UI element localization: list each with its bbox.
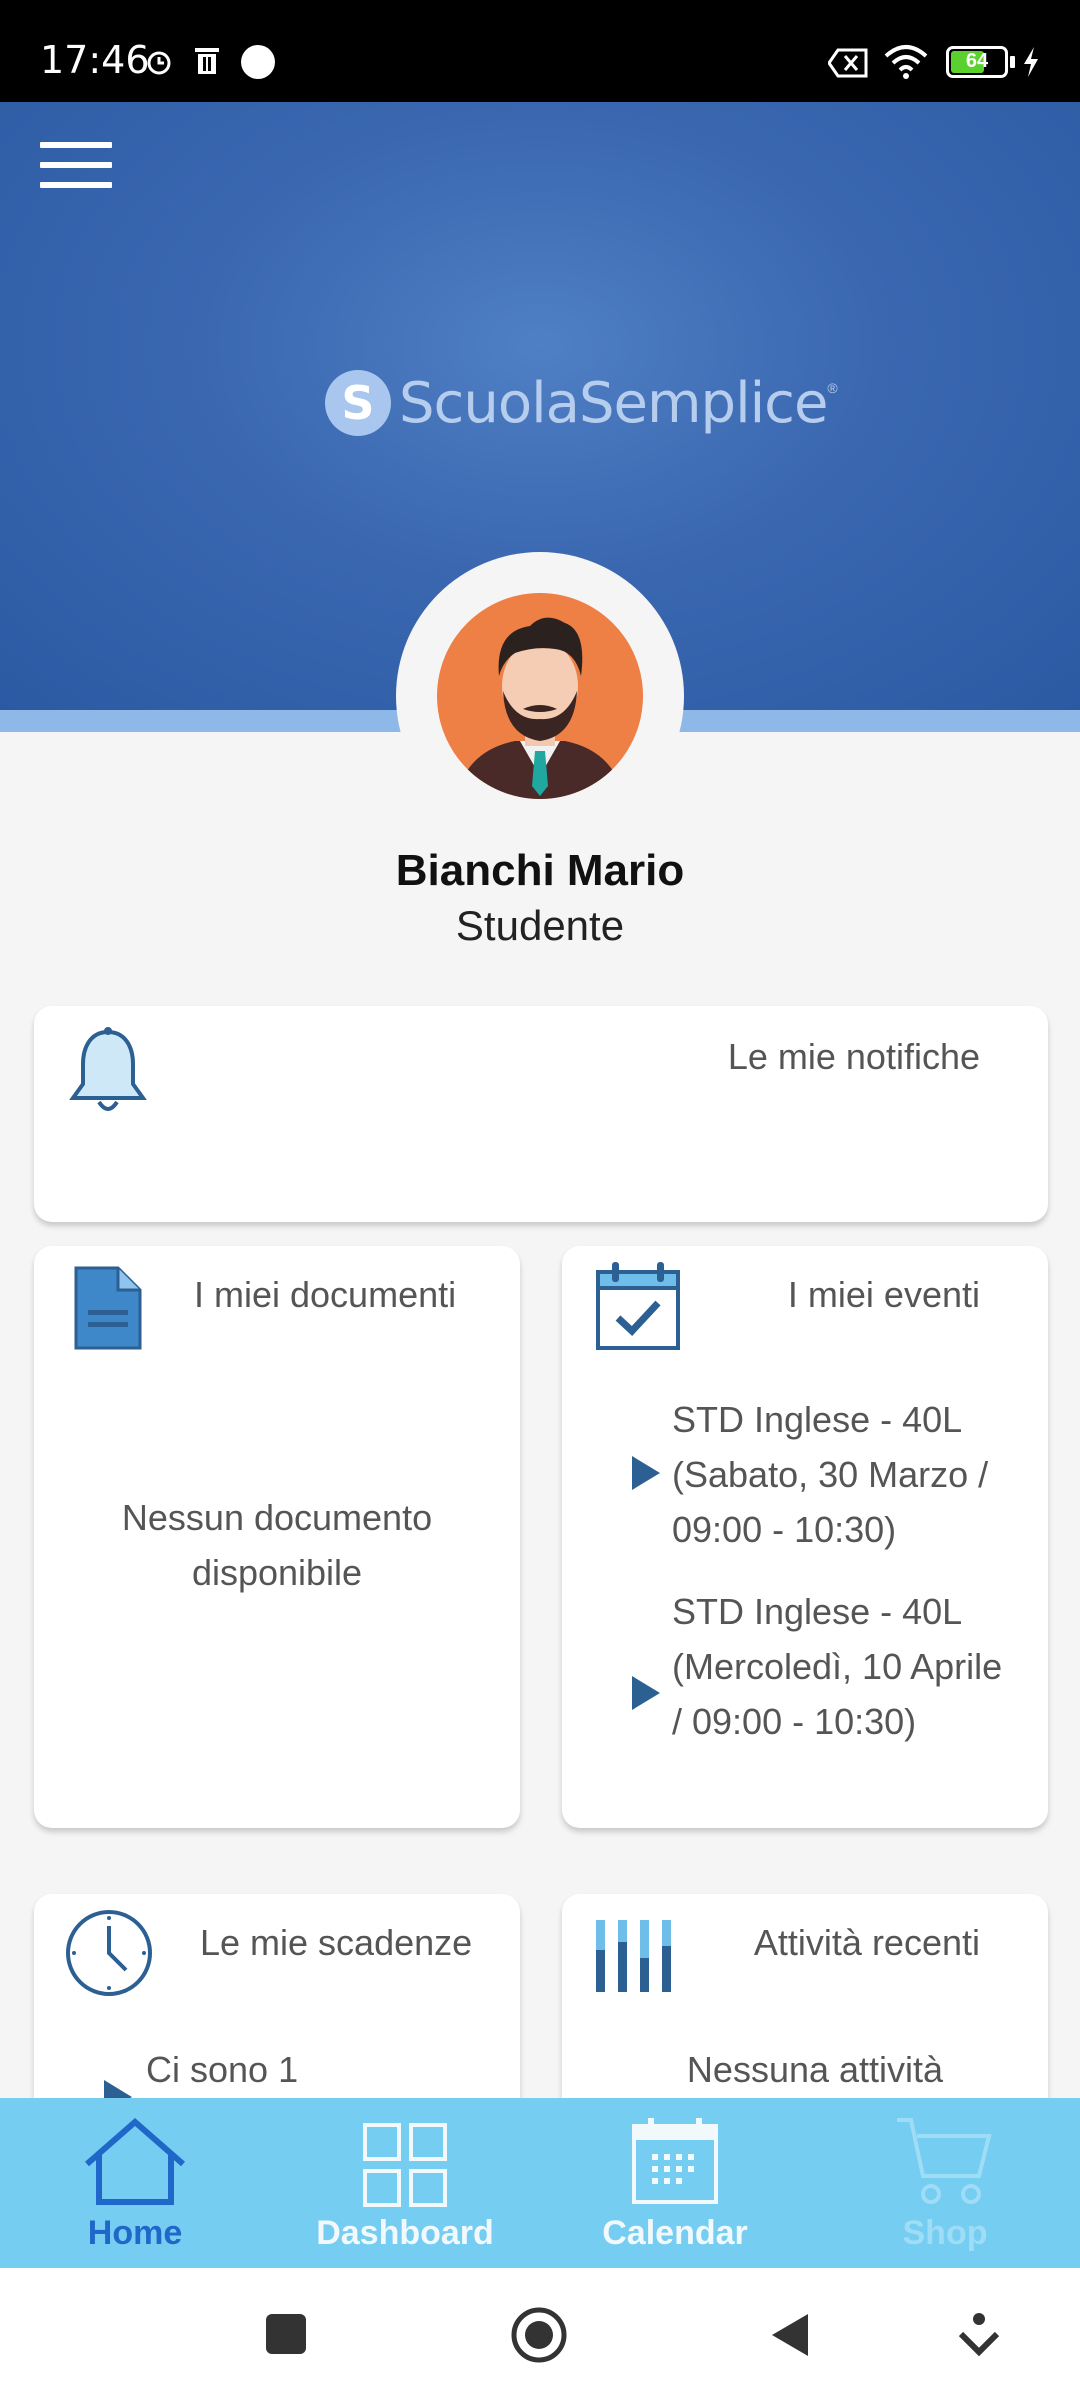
nav-label: Calendar [602,2214,748,2252]
system-navigation-bar [0,2268,1080,2400]
nav-label: Dashboard [316,2214,494,2252]
home-icon [85,2118,185,2205]
deadlines-summary[interactable]: Ci sono 1 [146,2042,520,2097]
user-avatar-icon [437,593,643,799]
documents-card[interactable]: I miei documenti Nessun documento dispon… [34,1246,520,1828]
data-off-icon [828,48,868,78]
charging-icon [1024,47,1038,77]
user-name: Bianchi Mario [395,846,685,895]
home-button-icon[interactable] [510,2306,568,2364]
nav-calendar[interactable]: Calendar [540,2098,810,2268]
card-title: Le mie scadenze [200,1922,473,1963]
logo-registered-mark: ® [827,380,838,396]
battery-level: 64 [965,50,989,72]
events-card[interactable]: I miei eventi STD Inglese - 40L (Sabato,… [562,1246,1048,1828]
scuolasemplice-logo: S ScuolaSemplice ® [325,366,838,440]
event-item[interactable]: STD Inglese - 40L (Mercoledì, 10 Aprile … [672,1584,1012,1749]
calendar-check-icon [596,1262,680,1350]
hamburger-menu-icon[interactable] [40,142,112,192]
bell-icon [69,1027,147,1111]
nav-label: Home [87,2214,183,2252]
nav-label: Shop [902,2214,988,2252]
card-title: I miei documenti [194,1274,457,1315]
document-icon [74,1266,142,1350]
calendar-icon [632,2118,718,2204]
dashboard-grid-icon [363,2123,447,2207]
bottom-navigation: Home Dashboard Calendar Shop [0,2098,1080,2268]
logo-text: ScuolaSemplice [399,370,828,436]
user-role: Studente [455,902,625,949]
record-dot-icon [241,45,275,79]
nav-home[interactable]: Home [0,2098,270,2268]
avatar[interactable] [396,552,684,840]
wifi-icon [884,45,928,79]
alarm-icon [147,51,171,75]
nav-shop[interactable]: Shop [810,2098,1080,2268]
accessibility-button-icon[interactable] [958,2312,1000,2358]
shopping-cart-icon [897,2118,992,2204]
card-title: Attività recenti [753,1922,980,1963]
documents-empty-message: Nessun documento disponibile [121,1497,433,1593]
trash-icon [195,48,219,74]
event-arrow-icon [632,1676,660,1710]
event-item[interactable]: STD Inglese - 40L (Sabato, 30 Marzo / 09… [672,1392,1012,1557]
battery-icon: 64 [946,46,1008,78]
card-title: Le mie notifiche [727,1036,980,1077]
recent-apps-button[interactable] [266,2314,306,2354]
status-bar: 17:46 64 [0,0,1080,102]
back-button-icon[interactable] [770,2312,810,2358]
card-title: I miei eventi [787,1274,980,1315]
notifications-card[interactable]: Le mie notifiche [34,1006,1048,1222]
nav-dashboard[interactable]: Dashboard [270,2098,540,2268]
clock-icon [66,1910,152,1996]
battery-tip [1010,56,1015,68]
recent-activity-message: Nessuna attività [686,2049,944,2090]
logo-mark: S [325,370,391,436]
event-arrow-icon [632,1456,660,1490]
activity-bars-icon [596,1920,671,1992]
status-time: 17:46 [40,38,150,82]
